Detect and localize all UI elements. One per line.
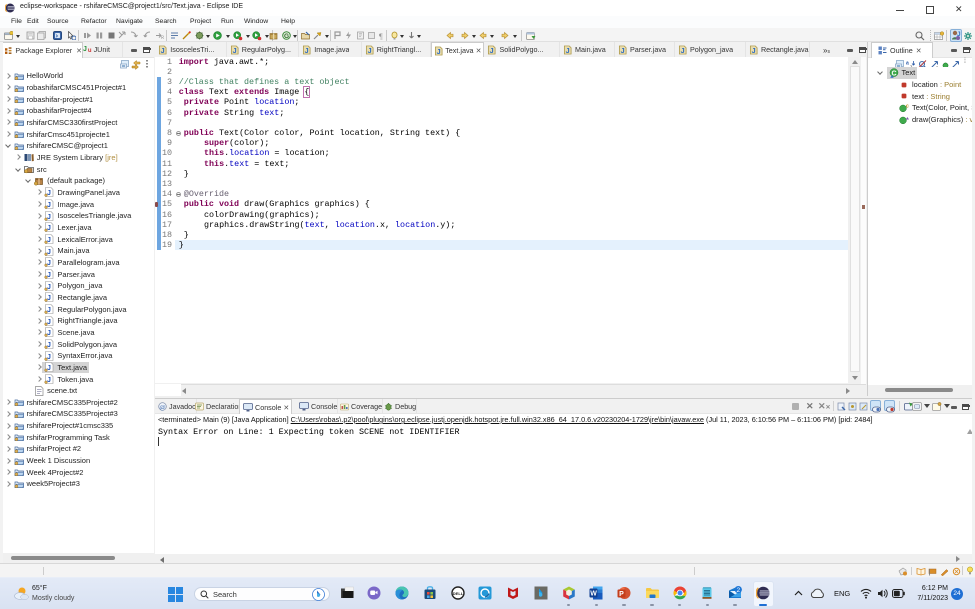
svg-text:c: c [906, 103, 909, 109]
svg-text:a: a [906, 61, 909, 67]
svg-text:DELL: DELL [452, 591, 463, 596]
svg-text:¶: ¶ [379, 32, 383, 40]
svg-text:G: G [284, 33, 289, 40]
svg-text:@: @ [160, 404, 166, 411]
svg-text:J: J [957, 31, 961, 38]
svg-text:2: 2 [736, 587, 740, 594]
svg-text:W: W [590, 591, 597, 598]
svg-text:R: R [161, 35, 164, 40]
svg-text:P: P [619, 591, 624, 598]
